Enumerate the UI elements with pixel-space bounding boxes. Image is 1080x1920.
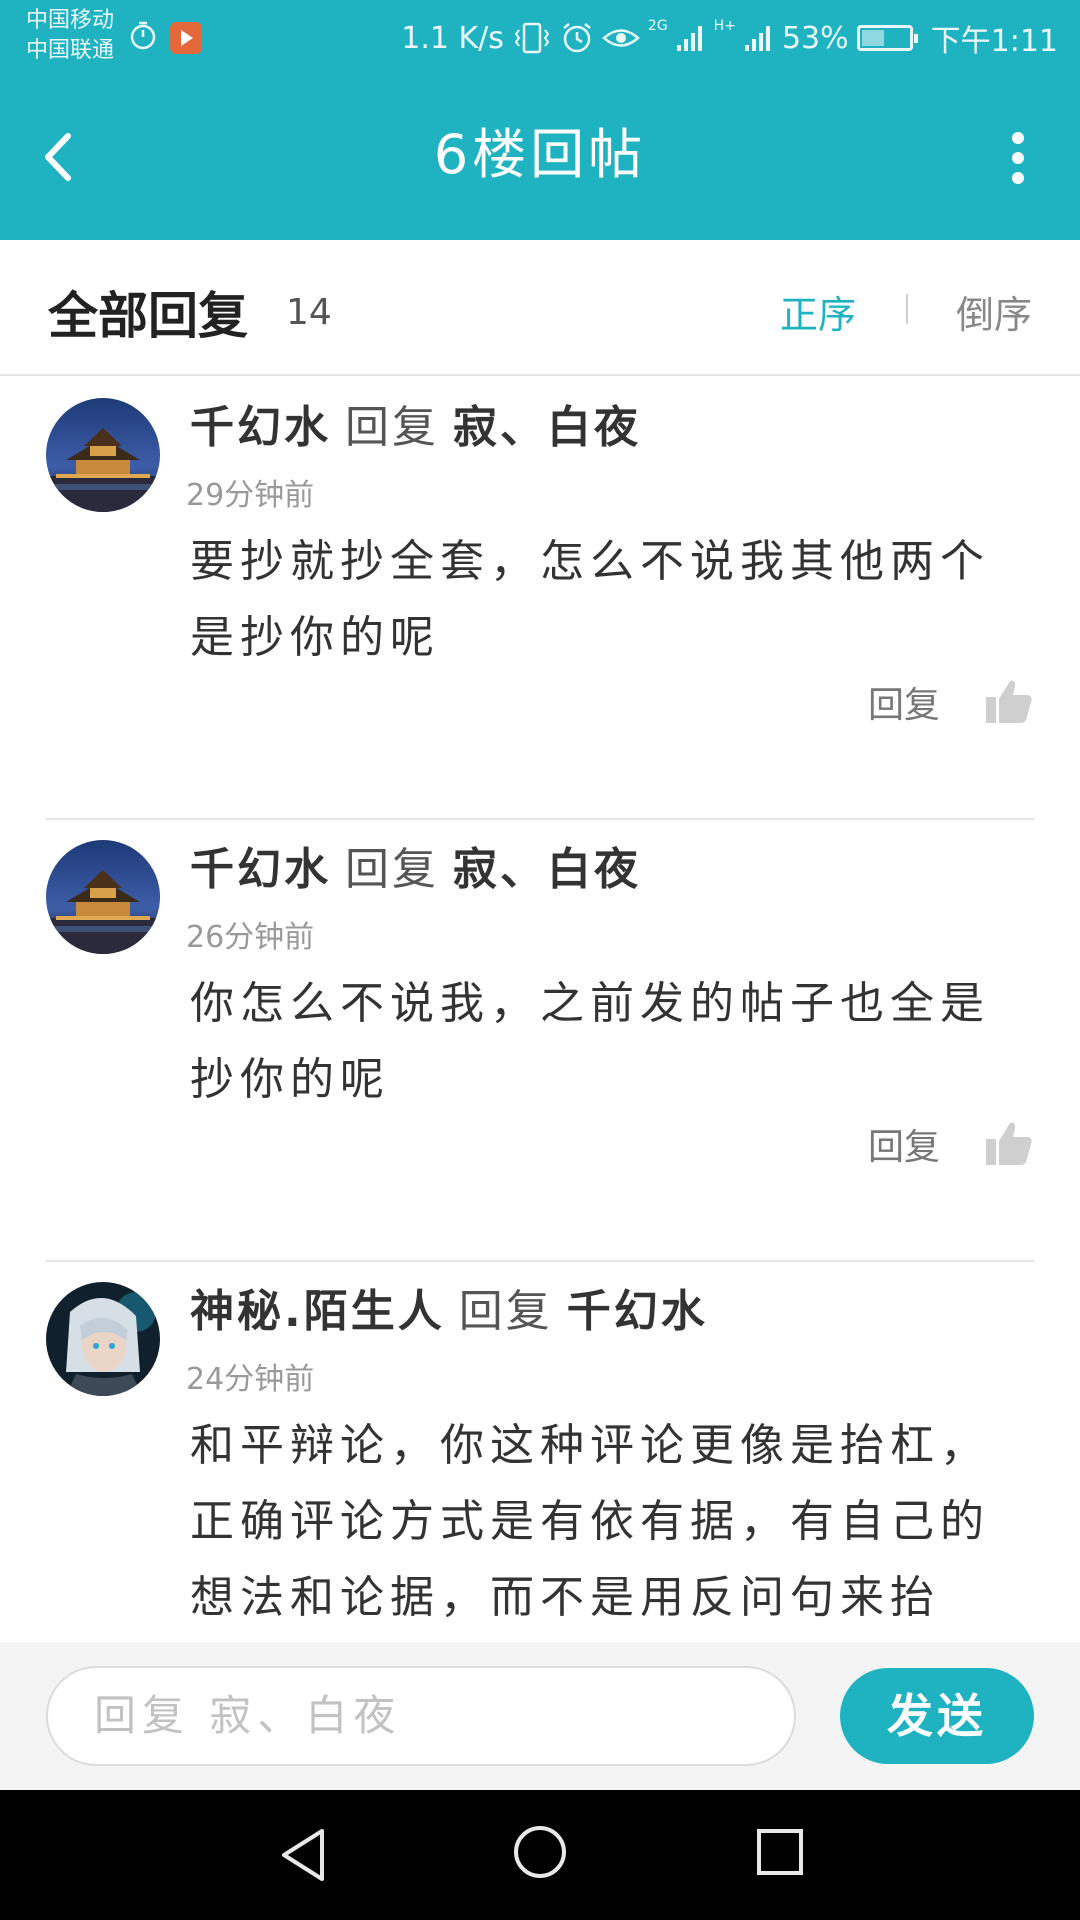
status-indicators: 1.1 K/s 2G H+ 53% 下午1:11 bbox=[401, 16, 1058, 60]
thumbs-up-icon[interactable] bbox=[984, 677, 1034, 727]
reply-item: 神秘.陌生人 回复 千幻水 24分钟前 和平辩论，你这种评论更像是抬杠，正确评论方式… bbox=[0, 1262, 1080, 1642]
reply-actions: 回复 bbox=[868, 672, 1034, 732]
reply-item: 千幻水 回复 寂、白夜 29分钟前 要抄就抄全套，怎么不说我其他两个是抄你的呢 回复 bbox=[0, 378, 1080, 820]
reply-actions: 回复 bbox=[868, 1114, 1034, 1174]
reply-verb: 回复 bbox=[458, 1286, 553, 1337]
sort-descending-tab[interactable]: 倒序 bbox=[956, 284, 1032, 339]
carrier-1: 中国移动 bbox=[26, 8, 115, 33]
reply-input[interactable]: 回复 寂、白夜 bbox=[46, 1666, 796, 1766]
sort-bar: 全部回复 14 正序 倒序 bbox=[0, 240, 1080, 376]
palace-night-avatar-icon bbox=[46, 398, 160, 512]
system-nav-bar bbox=[0, 1790, 1080, 1920]
all-replies-title: 全部回复 bbox=[48, 287, 248, 345]
author-line: 神秘.陌生人 回复 千幻水 bbox=[190, 1284, 708, 1340]
reply-target[interactable]: 寂、白夜 bbox=[453, 402, 641, 453]
palace-night-avatar-icon bbox=[46, 840, 160, 954]
reply-count: 14 bbox=[286, 292, 332, 333]
clock: 下午1:11 bbox=[930, 24, 1058, 59]
reply-content: 要抄就抄全套，怎么不说我其他两个是抄你的呢 bbox=[190, 536, 990, 663]
author-name[interactable]: 千幻水 bbox=[190, 402, 331, 453]
signal-icon-2 bbox=[744, 26, 770, 51]
reply-verb: 回复 bbox=[345, 844, 439, 895]
carrier-info: 中国移动 中国联通 bbox=[26, 6, 114, 66]
reply-button[interactable]: 回复 bbox=[868, 676, 940, 728]
sort-divider bbox=[906, 294, 908, 324]
reply-time: 26分钟前 bbox=[186, 920, 315, 955]
eye-icon bbox=[602, 29, 640, 47]
signal-icon bbox=[676, 26, 702, 51]
alarm-icon bbox=[563, 23, 591, 53]
video-app-icon bbox=[170, 22, 202, 54]
dot bbox=[1012, 132, 1024, 144]
reply-time: 24分钟前 bbox=[186, 1362, 315, 1397]
author-line: 千幻水 回复 寂、白夜 bbox=[190, 842, 641, 898]
carrier-2: 中国联通 bbox=[26, 38, 115, 63]
avatar[interactable] bbox=[46, 840, 160, 954]
anime-character-avatar-icon bbox=[46, 1282, 160, 1396]
more-options-button[interactable] bbox=[998, 126, 1038, 186]
reply-content: 你怎么不说我，之前发的帖子也全是抄你的呢 bbox=[190, 978, 990, 1105]
reply-time: 29分钟前 bbox=[186, 478, 315, 513]
network-type-1: 2G bbox=[647, 18, 668, 34]
nav-recent-apps-icon[interactable] bbox=[756, 1828, 804, 1876]
reply-target[interactable]: 寂、白夜 bbox=[453, 844, 641, 895]
nav-back-icon[interactable] bbox=[278, 1826, 328, 1884]
vibrate-icon bbox=[514, 22, 550, 54]
reply-verb: 回复 bbox=[345, 402, 439, 453]
reply-list[interactable]: 千幻水 回复 寂、白夜 29分钟前 要抄就抄全套，怎么不说我其他两个是抄你的呢 回复 bbox=[0, 378, 1080, 1642]
network-type-2: H+ bbox=[713, 18, 736, 34]
author-name[interactable]: 神秘.陌生人 bbox=[190, 1286, 445, 1337]
timer-icon bbox=[130, 21, 156, 50]
app-header: 6楼回帖 bbox=[0, 76, 1080, 240]
avatar[interactable] bbox=[46, 398, 160, 512]
status-bar: 中国移动 中国联通 1.1 K/s 2G H+ 53% 下午1:11 bbox=[0, 0, 1080, 76]
battery-percent: 53% bbox=[781, 20, 849, 56]
author-name[interactable]: 千幻水 bbox=[190, 844, 331, 895]
send-button[interactable]: 发送 bbox=[840, 1668, 1034, 1764]
reply-target[interactable]: 千幻水 bbox=[567, 1286, 708, 1337]
reply-button[interactable]: 回复 bbox=[868, 1118, 940, 1170]
net-speed: 1.1 K/s bbox=[401, 20, 504, 56]
avatar[interactable] bbox=[46, 1282, 160, 1396]
author-line: 千幻水 回复 寂、白夜 bbox=[190, 400, 641, 456]
reply-input-bar: 回复 寂、白夜 发送 bbox=[0, 1642, 1080, 1790]
reply-item: 千幻水 回复 寂、白夜 26分钟前 你怎么不说我，之前发的帖子也全是抄你的呢 回复 bbox=[0, 820, 1080, 1262]
sort-ascending-tab[interactable]: 正序 bbox=[780, 284, 856, 339]
battery-icon bbox=[856, 25, 918, 51]
dot bbox=[1012, 152, 1024, 164]
dot bbox=[1012, 172, 1024, 184]
page-title: 6楼回帖 bbox=[433, 123, 647, 186]
reply-content: 和平辩论，你这种评论更像是抬杠，正确评论方式是有依有据，有自己的想法和论据，而不… bbox=[190, 1420, 990, 1623]
nav-home-icon[interactable] bbox=[512, 1824, 568, 1880]
thumbs-up-icon[interactable] bbox=[984, 1119, 1034, 1169]
